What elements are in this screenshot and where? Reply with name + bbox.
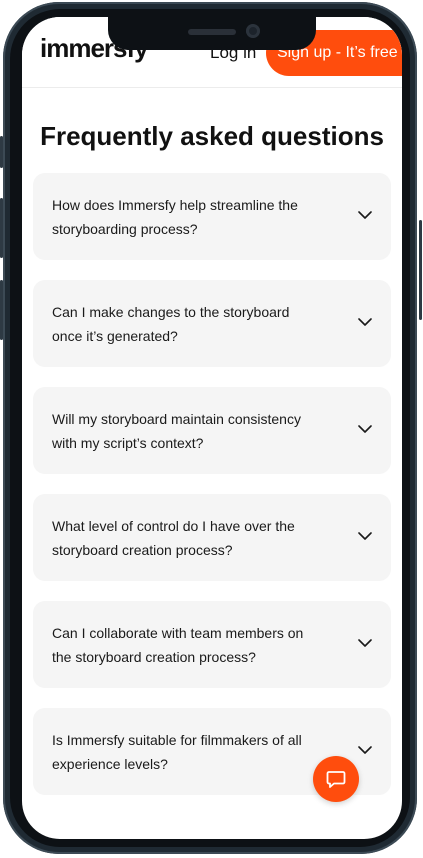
faq-list: How does Immersfy help streamline the st… — [33, 173, 391, 815]
faq-question: What level of control do I have over the… — [52, 518, 295, 558]
chevron-down-icon — [358, 532, 372, 540]
chevron-down-icon — [358, 425, 372, 433]
faq-question: Can I make changes to the storyboard onc… — [52, 304, 290, 344]
phone-side-button — [0, 198, 3, 258]
phone-side-button — [0, 136, 3, 168]
phone-speaker — [188, 29, 236, 35]
phone-screen: immersfy Log in Sign up - It’s free Freq… — [22, 17, 402, 839]
chat-bubble-icon — [326, 771, 346, 788]
phone-side-button — [0, 280, 3, 340]
phone-side-button — [419, 220, 422, 320]
phone-notch — [108, 16, 316, 50]
chat-button[interactable] — [313, 756, 359, 802]
chevron-down-icon — [358, 639, 372, 647]
faq-item[interactable]: How does Immersfy help streamline the st… — [33, 173, 391, 260]
faq-question: Can I collaborate with team members on t… — [52, 625, 304, 665]
faq-question: How does Immersfy help streamline the st… — [52, 197, 298, 237]
chevron-down-icon — [358, 211, 372, 219]
faq-item[interactable]: Can I make changes to the storyboard onc… — [33, 280, 391, 367]
faq-item[interactable]: Will my storyboard maintain consistency … — [33, 387, 391, 474]
faq-question: Will my storyboard maintain consistency … — [52, 411, 301, 451]
chevron-down-icon — [358, 746, 372, 754]
faq-item[interactable]: What level of control do I have over the… — [33, 494, 391, 581]
faq-title: Frequently asked questions — [40, 121, 384, 151]
faq-question: Is Immersfy suitable for filmmakers of a… — [52, 732, 302, 772]
phone-camera — [246, 24, 260, 38]
chevron-down-icon — [358, 318, 372, 326]
faq-item[interactable]: Can I collaborate with team members on t… — [33, 601, 391, 688]
